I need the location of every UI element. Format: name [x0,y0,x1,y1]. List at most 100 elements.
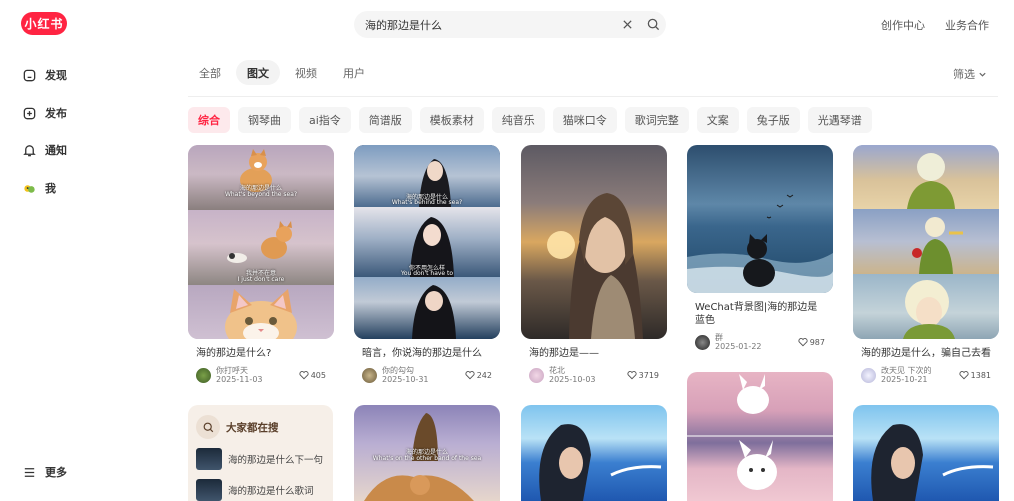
tab-video[interactable]: 视频 [284,60,328,85]
trending-item-label: 海的那边是什么歌词 [228,486,314,497]
heart-icon [959,371,969,380]
avatar[interactable] [861,367,876,383]
note-meta: 花北 2025-10-03 3719 [521,364,667,386]
note-date: 2025-01-22 [715,342,762,351]
note-card[interactable] [521,405,667,501]
note-title[interactable]: WeChat背景图|海的那边是蓝色 [687,301,833,327]
note-cover-image[interactable]: 海的那边是什么 What's behind the sea? 你不用怎么样 Yo… [354,145,500,339]
chevron-down-icon [979,72,986,77]
heart-icon [627,371,637,380]
cover-caption: What's on the other band of the sea [372,455,482,462]
avatar[interactable] [695,334,710,350]
chip[interactable]: 兔子版 [746,107,800,133]
note-card[interactable]: 海的那边是什么 What's on the other band of the … [354,405,500,501]
sidebar-more[interactable]: 更多 [22,464,67,480]
note-card[interactable] [687,372,833,501]
chip[interactable]: ai指令 [299,107,351,133]
trending-item[interactable]: 海的那边是什么下一句 [196,448,325,470]
chip[interactable]: 模板素材 [419,107,484,133]
sidebar-item-publish[interactable]: 发布 [22,105,67,121]
note-date: 2025-10-31 [382,375,429,384]
heart-icon [465,371,475,380]
like-button[interactable]: 987 [798,337,825,347]
note-card[interactable]: 海的那边是什么，骗自己去看 改天见 下次的 2025-10-21 1381 [853,145,999,386]
note-cover-image[interactable] [687,145,833,293]
clear-icon[interactable] [614,12,640,38]
chip[interactable]: 光遇琴谱 [807,107,872,133]
chip[interactable]: 简谱版 [358,107,412,133]
avatar[interactable] [529,367,544,383]
chip[interactable]: 纯音乐 [491,107,545,133]
note-cover-image[interactable] [687,372,833,501]
sidebar-item-label: 通知 [45,144,67,157]
trending-item[interactable]: 海的那边是什么歌词 [196,479,325,501]
note-title[interactable]: 海的那边是什么，骗自己去看 [853,347,999,360]
note-cover-image[interactable] [521,405,667,501]
filter-button[interactable]: 筛选 [953,66,987,82]
chip[interactable]: 钢琴曲 [238,107,291,133]
business-link[interactable]: 业务合作 [945,17,989,33]
like-count: 405 [310,370,326,380]
like-button[interactable]: 405 [299,370,326,380]
sidebar-item-explore[interactable]: 发现 [22,67,67,83]
note-cover-image[interactable] [853,145,999,339]
brand-logo[interactable]: 小红书 [21,12,67,35]
like-button[interactable]: 3719 [627,370,659,380]
sidebar-item-me[interactable]: 我 [22,180,56,196]
chip[interactable]: 歌词完整 [624,107,689,133]
creator-center-link[interactable]: 创作中心 [881,17,925,33]
author-name[interactable]: 群 [715,333,762,342]
filter-tabs: 全部 图文 视频 用户 [188,60,376,85]
note-date: 2025-10-21 [881,375,928,384]
sidebar-item-label: 发现 [45,69,67,82]
tab-users[interactable]: 用户 [332,60,376,85]
note-card[interactable]: 海的那边是—— 花北 2025-10-03 3719 [521,145,667,386]
sidebar-item-notifications[interactable]: 通知 [22,142,67,158]
trending-title: 大家都在搜 [226,421,279,434]
home-icon [23,69,36,81]
note-title[interactable]: 暗言，你说海的那边是什么 [354,347,500,360]
chip[interactable]: 文案 [696,107,739,133]
chip[interactable]: 综合 [188,107,230,133]
sidebar-more-label: 更多 [45,466,67,479]
trending-searches-panel: 大家都在搜 海的那边是什么下一句 海的那边是什么歌词 [188,405,333,501]
cover-caption: What's beyond the sea? [224,191,298,198]
search-bar[interactable]: 海的那边是什么 [354,11,666,38]
search-icon[interactable] [640,12,666,38]
plus-icon [23,107,36,119]
note-cover-image[interactable]: 海的那边是什么 What's on the other band of the … [354,405,500,501]
note-date: 2025-11-03 [216,375,263,384]
note-card[interactable]: 海的那边是什么 What's behind the sea? 你不用怎么样 Yo… [354,145,500,386]
filter-label: 筛选 [953,68,975,81]
note-card[interactable]: 海的那边是什么 What's beyond the sea? 我并不在意 I j… [188,145,334,386]
note-cover-image[interactable]: 海的那边是什么 What's beyond the sea? 我并不在意 I j… [188,145,334,339]
cover-caption: What's behind the sea? [391,199,463,206]
author-name[interactable]: 你的勾勾 [382,366,429,375]
tab-all[interactable]: 全部 [188,60,232,85]
note-card[interactable] [853,405,999,501]
note-title[interactable]: 海的那边是什么? [188,347,334,360]
trending-item-label: 海的那边是什么下一句 [228,455,324,466]
like-count: 242 [476,370,492,380]
note-title[interactable]: 海的那边是—— [521,347,667,360]
author-name[interactable]: 花北 [549,366,596,375]
chip[interactable]: 猫咪口令 [552,107,617,133]
avatar[interactable] [362,367,377,383]
search-input[interactable]: 海的那边是什么 [365,17,614,33]
note-card[interactable]: WeChat背景图|海的那边是蓝色 群 2025-01-22 987 [687,145,833,353]
like-button[interactable]: 242 [465,370,492,380]
like-button[interactable]: 1381 [959,370,991,380]
avatar[interactable] [196,367,211,383]
heart-icon [798,338,808,347]
author-name[interactable]: 你打呼天 [216,366,263,375]
author-name[interactable]: 改天见 下次的 [881,366,932,375]
tab-image-text[interactable]: 图文 [236,60,280,85]
like-count: 987 [809,337,825,347]
like-count: 3719 [638,370,659,380]
keyword-chips: 综合 钢琴曲 ai指令 简谱版 模板素材 纯音乐 猫咪口令 歌词完整 文案 兔子… [188,107,872,133]
note-cover-image[interactable] [853,405,999,501]
note-meta: 你打呼天 2025-11-03 405 [188,364,334,386]
note-meta: 群 2025-01-22 987 [687,331,833,353]
note-cover-image[interactable] [521,145,667,339]
search-icon [196,415,220,439]
